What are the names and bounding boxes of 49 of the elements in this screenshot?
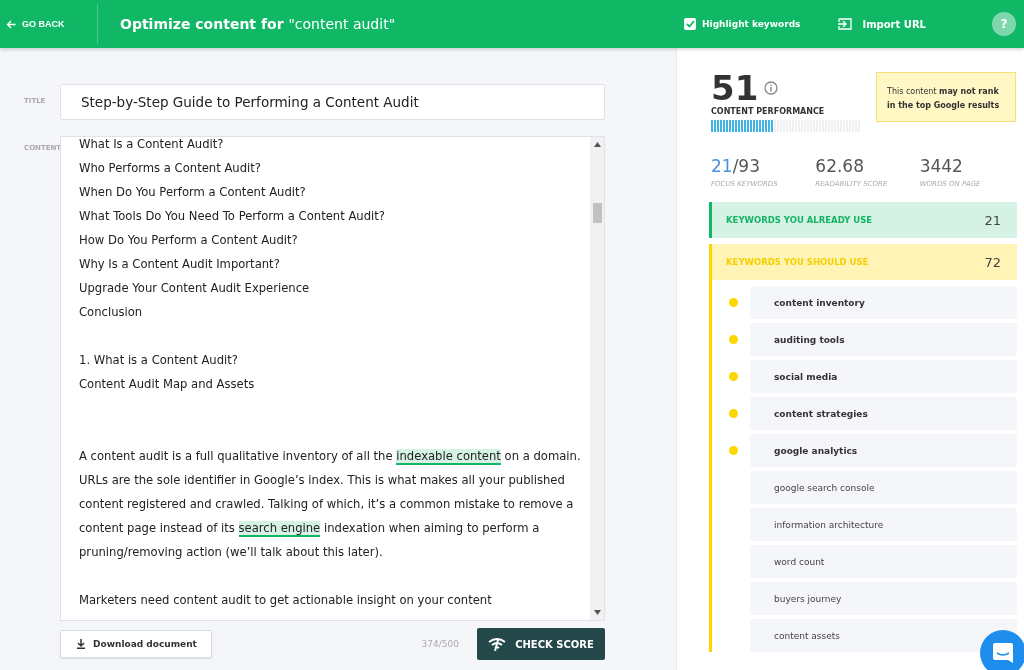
paragraph: What Is a Content Audit?: [79, 137, 225, 153]
paragraph: Why Is a Content Audit Important?: [79, 256, 281, 273]
check-score-button[interactable]: CHECK SCORE: [477, 628, 605, 660]
stat-value: 21/93: [711, 156, 761, 176]
tooltip: This content may not rank in the top Google results: [876, 72, 1016, 122]
content-editor[interactable]: [60, 136, 605, 621]
keyword-item[interactable]: information architecture: [750, 508, 1017, 541]
paragraph: When Do You Perform a Content Audit?: [79, 184, 307, 201]
paragraph: Conclusion: [79, 304, 144, 321]
paragraph: Marketers need content audit to get actionable insight on your content: [79, 592, 493, 609]
paragraph: 1. What is a Content Audit?: [79, 352, 239, 369]
score-value: 51: [711, 70, 759, 106]
keyword-item[interactable]: content inventory: [750, 286, 1017, 319]
scrollbar[interactable]: [590, 137, 604, 620]
keyword-group-header[interactable]: KEYWORDS YOU SHOULD USE 72: [709, 244, 1017, 280]
paragraph: Who Performs a Content Audit?: [79, 160, 262, 177]
page-title: Optimize content for "content audit": [120, 16, 396, 32]
chat-icon: [992, 642, 1014, 664]
download-icon: [77, 639, 85, 649]
keyword-item[interactable]: google analytics: [750, 434, 1017, 467]
keyword-item[interactable]: content assets: [750, 619, 1017, 652]
import-icon: [838, 18, 853, 30]
back-arrow-icon: [6, 19, 16, 29]
signal-icon: [488, 637, 507, 651]
scroll-thumb[interactable]: [592, 203, 602, 223]
stat-value: 3442: [919, 156, 964, 176]
paragraph: What Tools Do You Need To Perform a Content Audit?: [79, 208, 386, 225]
info-icon[interactable]: [764, 81, 779, 95]
character-counter: 374/500: [421, 639, 459, 649]
keyword-group-header[interactable]: KEYWORDS YOU ALREADY USE 21: [709, 202, 1017, 238]
download-document-button[interactable]: Download document: [60, 630, 212, 658]
paragraph: Content Audit Map and Assets: [79, 376, 256, 393]
paragraph: How Do You Perform a Content Audit?: [79, 232, 299, 249]
keyword-item[interactable]: buyers journey: [750, 582, 1017, 615]
stat-value: 62.68: [815, 156, 865, 176]
highlight-keywords-label: Highlight keywords: [702, 19, 801, 29]
checkbox[interactable]: [684, 18, 697, 30]
keyword-item[interactable]: auditing tools: [750, 323, 1017, 356]
scroll-down-icon[interactable]: [593, 610, 601, 615]
title-field[interactable]: Step-by-Step Guide to Performing a Content Audit: [60, 84, 605, 120]
chat-button[interactable]: [980, 630, 1024, 670]
score-label: CONTENT PERFORMANCE: [711, 107, 826, 116]
keyword-item[interactable]: google search console: [750, 471, 1017, 504]
paragraph: Upgrade Your Content Audit Experience: [79, 280, 311, 297]
paragraph: A content audit is a full qualitative inventory of all the indexable content on a domain. URLs are the sole identifier in Google’s index. This is what makes all your published content registered and crawled. Talking of which, it’s a common mistake to remove a content page instead of its search engine indexation when aiming to perform a pruning/removing action (we’ll talk about this later).: [79, 448, 582, 561]
keyword-item[interactable]: social media: [750, 360, 1017, 393]
keyword-item[interactable]: content strategies: [750, 397, 1017, 430]
scroll-up-icon[interactable]: [593, 142, 601, 147]
keyword-item[interactable]: word count: [750, 545, 1017, 578]
